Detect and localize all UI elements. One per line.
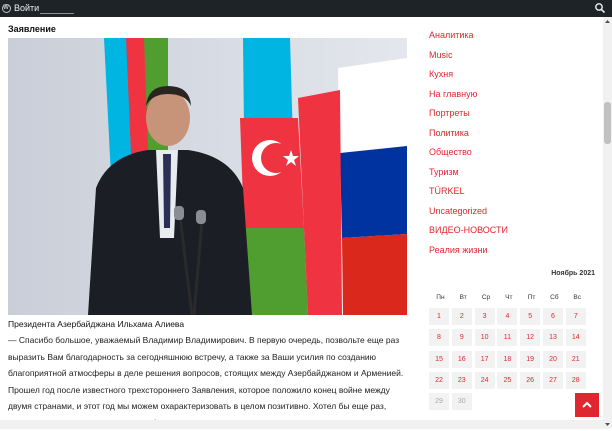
calendar-day[interactable]: 29 bbox=[429, 393, 449, 411]
calendar-day[interactable]: 3 bbox=[474, 308, 495, 325]
calendar-month: Ноябрь 2021 bbox=[551, 270, 595, 277]
photo-illustration bbox=[8, 38, 407, 315]
arrow-up-icon bbox=[582, 401, 592, 408]
calendar-day[interactable]: 9 bbox=[451, 329, 472, 347]
calendar-day[interactable]: 17 bbox=[474, 350, 495, 368]
calendar-day bbox=[475, 393, 495, 410]
calendar-week-row: 1234567 bbox=[429, 308, 599, 329]
weekday-label: Вс bbox=[573, 294, 581, 301]
calendar-day[interactable]: 6 bbox=[542, 308, 563, 325]
calendar-day[interactable]: 25 bbox=[497, 371, 518, 389]
calendar-day[interactable]: 23 bbox=[451, 371, 472, 389]
post-photo bbox=[8, 38, 407, 315]
calendar-grid: 1 2 3 4 5 6 7 8 9 10 11 12 13 14 15 16 17 18 19 20 21 22 23 24 2… bbox=[429, 308, 599, 414]
category-link[interactable]: TÜRKEL bbox=[429, 182, 599, 202]
calendar-day bbox=[497, 393, 517, 410]
category-link[interactable]: Music bbox=[429, 46, 599, 66]
category-link[interactable]: Uncategorized bbox=[429, 202, 599, 222]
calendar-widget: Ноябрь 2021 Пн Вт Ср Чт Пт Сб Вс 1234567… bbox=[429, 268, 599, 414]
admin-bar: W Войти bbox=[0, 0, 612, 17]
calendar-day[interactable]: 8 bbox=[429, 329, 449, 347]
category-link[interactable]: Портреты bbox=[429, 104, 599, 124]
category-link[interactable]: Туризм bbox=[429, 163, 599, 183]
vertical-scrollbar[interactable] bbox=[603, 17, 612, 429]
scrollbar-thumb[interactable] bbox=[604, 102, 611, 144]
scroll-down-icon[interactable] bbox=[603, 420, 612, 429]
wordpress-icon[interactable]: W bbox=[0, 0, 12, 17]
category-link[interactable]: ВИДЕО-НОВОСТИ bbox=[429, 221, 599, 241]
weekday-label: Чт bbox=[505, 294, 513, 301]
calendar-day[interactable]: 22 bbox=[429, 371, 449, 389]
calendar-day[interactable]: 10 bbox=[474, 329, 495, 347]
calendar-day[interactable]: 20 bbox=[542, 350, 563, 368]
calendar-day bbox=[543, 393, 563, 410]
weekday-label: Ср bbox=[481, 294, 491, 301]
calendar-week-row: 22 23 24 25 26 27 28 bbox=[429, 371, 599, 393]
categories-widget: Аналитика Music Кухня На главную Портрет… bbox=[429, 26, 599, 260]
calendar-day[interactable]: 19 bbox=[520, 350, 541, 368]
category-link[interactable]: На главную bbox=[429, 85, 599, 105]
calendar-day[interactable]: 13 bbox=[542, 329, 563, 347]
calendar-day[interactable]: 5 bbox=[520, 308, 541, 325]
category-link[interactable]: Аналитика bbox=[429, 26, 599, 46]
weekday-label: Пт bbox=[527, 294, 536, 301]
category-link[interactable]: Реалия жизни bbox=[429, 241, 599, 261]
calendar-day[interactable]: 1 bbox=[429, 308, 449, 325]
post-title: Заявление bbox=[8, 24, 56, 34]
calendar-weekdays: Пн Вт Ср Чт Пт Сб Вс bbox=[429, 288, 599, 308]
calendar-day[interactable]: 11 bbox=[497, 329, 518, 347]
scroll-up-icon[interactable] bbox=[603, 17, 612, 26]
calendar-day[interactable]: 12 bbox=[520, 329, 541, 347]
calendar-day[interactable]: 14 bbox=[565, 329, 586, 347]
photo-caption: Президента Азербайджана Ильхама Алиева bbox=[8, 319, 185, 329]
calendar-week-row: 29 30 bbox=[429, 393, 599, 414]
calendar-day[interactable]: 16 bbox=[451, 350, 472, 368]
search-icon[interactable] bbox=[594, 2, 606, 14]
back-to-top-button[interactable] bbox=[575, 393, 599, 417]
calendar-day[interactable]: 15 bbox=[429, 350, 449, 368]
calendar-day[interactable]: 27 bbox=[542, 371, 563, 389]
calendar-day[interactable]: 18 bbox=[497, 350, 518, 368]
calendar-day[interactable]: 30 bbox=[451, 393, 472, 411]
admin-search-input[interactable] bbox=[40, 3, 74, 14]
calendar-day[interactable]: 7 bbox=[565, 308, 586, 325]
calendar-day[interactable]: 4 bbox=[497, 308, 518, 325]
weekday-label: Вт bbox=[459, 294, 467, 301]
weekday-label: Пн bbox=[436, 294, 445, 301]
calendar-week-row: 8 9 10 11 12 13 14 bbox=[429, 329, 599, 350]
calendar-day bbox=[520, 393, 540, 410]
article-body: — Спасибо большое, уважаемый Владимир Вл… bbox=[8, 335, 404, 428]
calendar-day[interactable]: 26 bbox=[520, 371, 541, 389]
calendar-week-row: 15 16 17 18 19 20 21 bbox=[429, 350, 599, 372]
category-link[interactable]: Общество bbox=[429, 143, 599, 163]
category-link[interactable]: Кухня bbox=[429, 65, 599, 85]
calendar-day[interactable]: 21 bbox=[565, 350, 586, 368]
horizontal-scrollbar[interactable] bbox=[0, 420, 603, 429]
weekday-label: Сб bbox=[550, 294, 559, 301]
login-link[interactable]: Войти bbox=[14, 2, 39, 15]
category-link[interactable]: Политика bbox=[429, 124, 599, 144]
calendar-day[interactable]: 24 bbox=[474, 371, 495, 389]
calendar-day[interactable]: 28 bbox=[565, 371, 586, 389]
calendar-day[interactable]: 2 bbox=[451, 308, 472, 325]
